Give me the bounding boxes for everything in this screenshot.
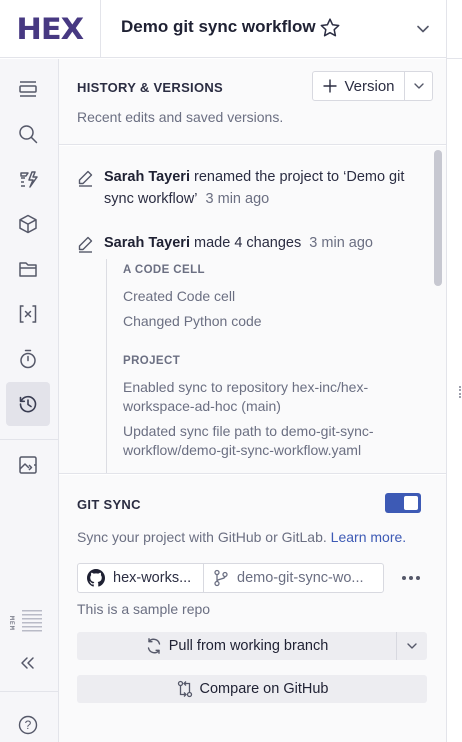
git-sync-description: Sync your project with GitHub or GitLab.…: [77, 529, 406, 545]
change-group: PROJECT Enabled sync to repository hex-i…: [106, 331, 426, 473]
more-options-button[interactable]: [397, 570, 425, 586]
change-group: A CODE CELL Created Code cell Changed Py…: [106, 259, 426, 331]
entry-action: made 4 changes: [189, 235, 302, 251]
image-code-icon: [19, 456, 37, 474]
rail-components-button[interactable]: [6, 202, 50, 246]
compare-label: Compare on GitHub: [199, 681, 329, 697]
rail-variables-button[interactable]: [6, 292, 50, 336]
history-title: HISTORY & VERSIONS: [77, 80, 224, 95]
compare-on-github-button[interactable]: Compare on GitHub: [77, 675, 427, 703]
git-sync-title: GIT SYNC: [77, 497, 141, 512]
repo-name-button[interactable]: hex-works...: [78, 564, 204, 592]
folder-icon: [19, 262, 37, 277]
git-sync-toggle[interactable]: [385, 493, 421, 513]
change-item: Updated sync file path to demo-git-sync-…: [123, 423, 374, 458]
collapse-rail-button[interactable]: [6, 641, 50, 685]
pencil-edit-icon: [78, 170, 93, 187]
cube-icon: [19, 214, 37, 234]
plus-icon: [323, 79, 337, 93]
sync-description-text: Sync your project with GitHub or GitLab.: [77, 529, 327, 545]
repo-selector[interactable]: hex-works... demo-git-sync-wo...: [77, 563, 384, 593]
rail-files-button[interactable]: [6, 247, 50, 291]
double-chevron-left-icon: [21, 657, 34, 669]
pull-menu-button[interactable]: [397, 639, 427, 653]
pull-button[interactable]: Pull from working branch: [77, 632, 397, 660]
create-version-button[interactable]: Version: [313, 72, 405, 100]
pull-label: Pull from working branch: [168, 638, 329, 654]
dot: [402, 576, 406, 580]
rail-search-button[interactable]: [6, 112, 50, 156]
memory-indicator[interactable]: MEM: [6, 599, 50, 643]
timer-icon: [20, 349, 36, 369]
right-edge-panel: [446, 0, 462, 742]
left-rail: MEM ?: [0, 59, 59, 742]
history-scrollbar[interactable]: [434, 150, 442, 470]
memory-label: MEM: [8, 616, 16, 631]
app-header: HEX Demo git sync workflow: [0, 0, 446, 58]
pencil-edit-icon: [78, 236, 93, 253]
chevron-down-icon[interactable]: [412, 18, 434, 40]
variables-icon: [19, 305, 37, 323]
learn-more-link[interactable]: Learn more.: [331, 529, 406, 545]
dot: [409, 576, 413, 580]
rail-divider-bottom: [0, 691, 59, 692]
version-menu-button[interactable]: [405, 72, 432, 100]
search-icon: [19, 125, 38, 144]
entry-time: 3 min ago: [309, 235, 373, 251]
project-title[interactable]: Demo git sync workflow: [121, 17, 316, 37]
git-sync-section: GIT SYNC Sync your project with GitHub o…: [59, 475, 446, 742]
change-item: Created Code cell: [123, 288, 236, 304]
edge-divider: [447, 58, 462, 59]
history-subtitle: Recent edits and saved versions.: [77, 109, 284, 125]
history-icon: [19, 395, 37, 413]
version-split-button[interactable]: Version: [312, 71, 433, 101]
rail-schedules-button[interactable]: [6, 337, 50, 381]
history-entry[interactable]: Sarah Tayeri renamed the project to ‘Dem…: [75, 166, 420, 210]
scrollbar-thumb[interactable]: [434, 150, 442, 286]
help-icon: ?: [18, 715, 38, 735]
rail-data-button[interactable]: [6, 157, 50, 201]
chevron-down-icon: [413, 83, 424, 89]
history-panel: HISTORY & VERSIONS Version Recent edits …: [59, 59, 446, 742]
dot: [416, 576, 420, 580]
toggle-knob: [404, 496, 418, 510]
help-glyph: ?: [25, 718, 32, 732]
change-item: Enabled sync to repository hex-inc/hex-w…: [123, 379, 369, 414]
git-compare-icon: [177, 680, 192, 698]
pull-split-button[interactable]: Pull from working branch: [77, 632, 427, 660]
entry-user: Sarah Tayeri: [104, 169, 190, 185]
version-label: Version: [344, 77, 395, 95]
branch-path: demo-git-sync-wo...: [237, 570, 364, 586]
entry-user: Sarah Tayeri: [104, 235, 190, 251]
change-item: Changed Python code: [123, 313, 262, 329]
star-icon[interactable]: [318, 16, 342, 40]
github-icon: [87, 569, 105, 587]
memory-icon: MEM: [8, 610, 42, 632]
repo-name: hex-works...: [113, 570, 192, 586]
data-bolt-icon: [20, 171, 38, 188]
history-entry[interactable]: Sarah Tayeri made 4 changes 3 min ago: [75, 232, 420, 254]
logo-text: HEX: [16, 12, 85, 46]
hex-logo[interactable]: HEX: [0, 0, 101, 58]
sync-arrows-icon: [147, 638, 160, 654]
change-group-title: PROJECT: [123, 355, 181, 367]
rail-history-button[interactable]: [6, 382, 50, 426]
rail-divider: [0, 439, 59, 440]
history-header: HISTORY & VERSIONS Version Recent edits …: [59, 59, 446, 145]
layers-icon: [19, 81, 37, 97]
git-branch-icon: [214, 569, 228, 587]
resize-handle[interactable]: [459, 386, 461, 398]
help-button[interactable]: ?: [6, 703, 50, 742]
rail-outline-button[interactable]: [6, 67, 50, 111]
repo-note: This is a sample repo: [77, 601, 211, 617]
rail-environment-button[interactable]: [6, 443, 50, 487]
change-group-title: A CODE CELL: [123, 264, 205, 276]
branch-path-button[interactable]: demo-git-sync-wo...: [204, 564, 383, 592]
history-list[interactable]: Sarah Tayeri renamed the project to ‘Dem…: [59, 146, 446, 474]
chevron-down-icon: [407, 643, 417, 649]
entry-time: 3 min ago: [205, 191, 270, 207]
